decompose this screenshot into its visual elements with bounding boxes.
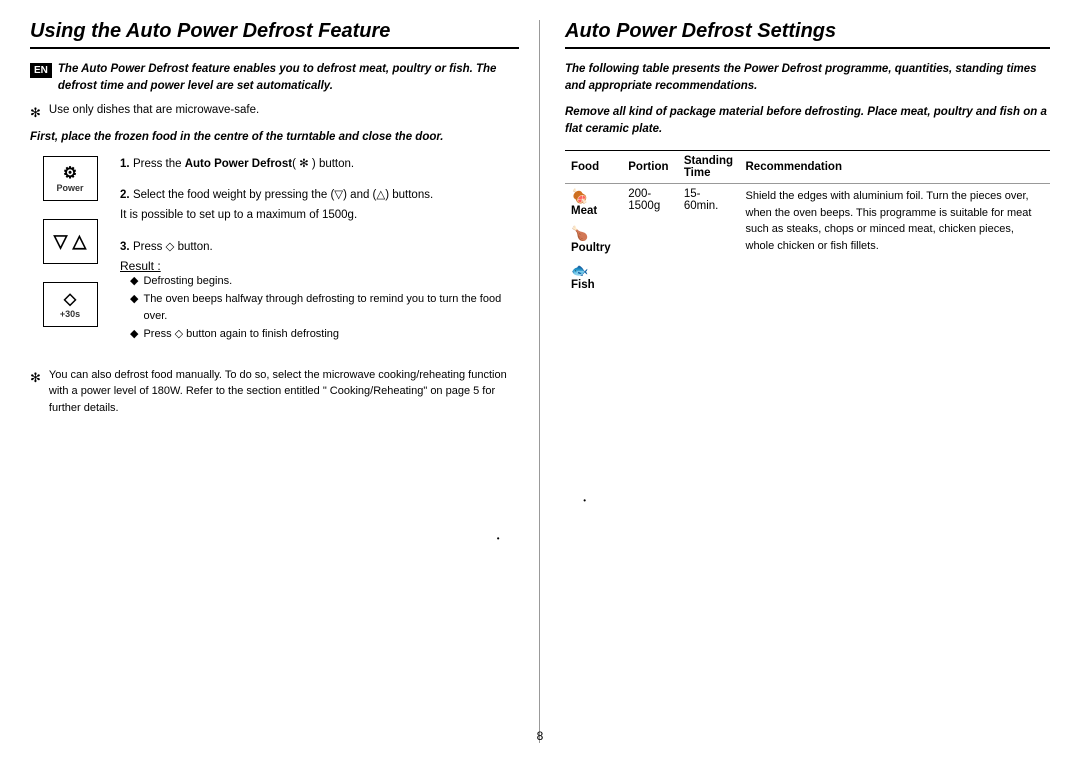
right-title: Auto Power Defrost Settings	[565, 20, 1050, 49]
right-panel: Auto Power Defrost Settings The followin…	[540, 20, 1050, 743]
food-fish: 🐟 Fish	[565, 258, 622, 295]
note-1-text: Use only dishes that are microwave-safe.	[49, 104, 259, 116]
poultry-icon: 🍗	[571, 225, 588, 241]
dot-right: •	[583, 496, 586, 505]
note-icon-1: ✻	[30, 105, 41, 121]
standing-poultry	[678, 221, 740, 258]
table-header-row: Food Portion StandingTime Recommendation	[565, 151, 1050, 184]
table-row-meat: 🍖 Meat 200-1500g 15-60min. Shield the ed…	[565, 184, 1050, 222]
col-recommendation: Recommendation	[740, 151, 1051, 184]
poultry-label: Poultry	[571, 242, 611, 254]
recommendation-all: Shield the edges with aluminium foil. Tu…	[740, 184, 1051, 296]
food-meat: 🍖 Meat	[565, 184, 622, 222]
power-button-icon: ⚙ Power	[43, 156, 98, 201]
bullet-1: ◆ Defrosting begins.	[130, 273, 519, 290]
manual-note: ✻ You can also defrost food manually. To…	[30, 367, 519, 417]
step-1: 1. Press the Auto Power Defrost( ✻ ) but…	[120, 156, 519, 173]
standing-fish	[678, 258, 740, 295]
right-intro: The following table presents the Power D…	[565, 61, 1050, 96]
fish-label: Fish	[571, 279, 595, 291]
result-bullets: ◆ Defrosting begins. ◆ The oven beeps ha…	[130, 273, 519, 343]
bullet-3: ◆ Press ◇ button again to finish defrost…	[130, 326, 519, 343]
bullet-2: ◆ The oven beeps halfway through defrost…	[130, 291, 519, 324]
fish-icon: 🐟	[571, 262, 588, 278]
page-number: 8	[537, 729, 544, 743]
result-row: Result :	[120, 259, 519, 273]
defrost-table: Food Portion StandingTime Recommendation…	[565, 150, 1050, 295]
device-icons: ⚙ Power ▽ △ ◇ +30s	[30, 156, 110, 357]
right-warning: Remove all kind of package material befo…	[565, 104, 1050, 139]
left-title: Using the Auto Power Defrost Feature	[30, 20, 519, 49]
portion-meat: 200-1500g	[622, 184, 678, 222]
standing-meat: 15-60min.	[678, 184, 740, 222]
start-button-icon: ◇ +30s	[43, 282, 98, 327]
steps-text: 1. Press the Auto Power Defrost( ✻ ) but…	[120, 156, 519, 357]
col-portion: Portion	[622, 151, 678, 184]
step-3: 3. Press ◇ button. Result : ◆ Defrosting…	[120, 239, 519, 343]
steps-area: ⚙ Power ▽ △ ◇ +30s 1. Press the Aut	[30, 156, 519, 357]
intro-text: The Auto Power Defrost feature enables y…	[58, 61, 519, 96]
left-panel: Using the Auto Power Defrost Feature EN …	[30, 20, 540, 743]
meat-label: Meat	[571, 205, 597, 217]
food-poultry: 🍗 Poultry	[565, 221, 622, 258]
note-1: ✻ Use only dishes that are microwave-saf…	[30, 104, 519, 121]
en-badge: EN	[30, 63, 52, 78]
manual-note-text: You can also defrost food manually. To d…	[49, 367, 519, 417]
dot-left: •	[497, 534, 500, 543]
arrows-icon: ▽ △	[43, 219, 98, 264]
manual-note-icon: ✻	[30, 368, 41, 388]
col-food: Food	[565, 151, 622, 184]
step-2: 2. Select the food weight by pressing th…	[120, 187, 519, 225]
col-standing: StandingTime	[678, 151, 740, 184]
meat-icon: 🍖	[571, 188, 588, 204]
portion-poultry	[622, 221, 678, 258]
portion-fish	[622, 258, 678, 295]
note-2-text: First, place the frozen food in the cent…	[30, 129, 519, 146]
